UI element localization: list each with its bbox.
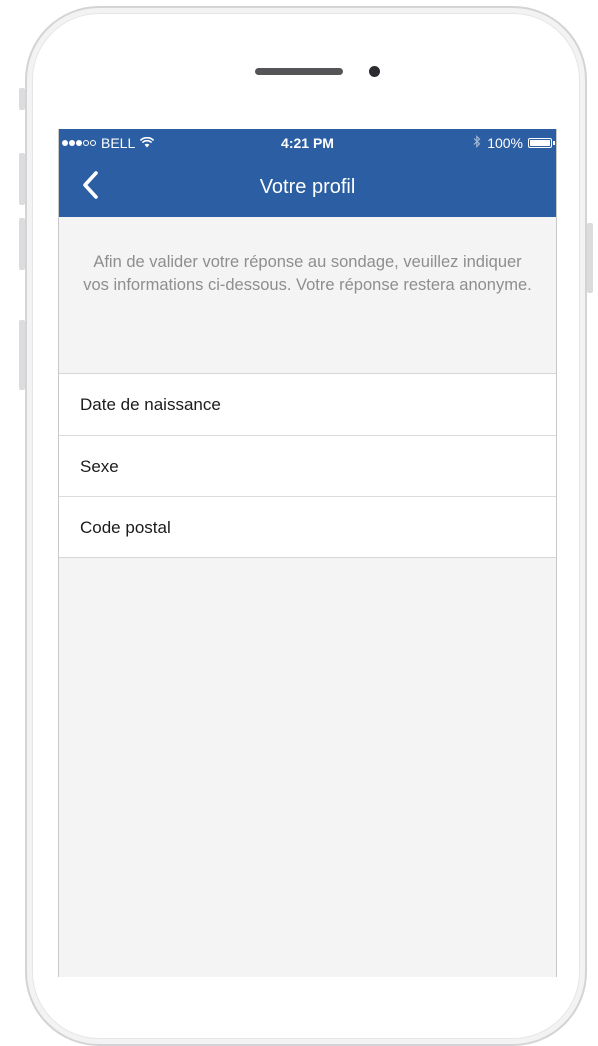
- status-right: 100%: [473, 129, 555, 157]
- sex-field[interactable]: Sexe: [59, 435, 556, 496]
- navigation-bar: Votre profil: [59, 157, 556, 217]
- phone-volume-down-button: [19, 218, 25, 270]
- status-bar: BELL 4:21 PM 100%: [59, 129, 556, 157]
- battery-icon: [528, 138, 555, 148]
- phone-power-button: [587, 223, 593, 293]
- birth-date-field[interactable]: Date de naissance: [59, 374, 556, 435]
- phone-side-button: [19, 320, 25, 390]
- app-header: BELL 4:21 PM 100% Votre profil: [59, 129, 556, 217]
- app-screen: BELL 4:21 PM 100% Votre profil Afin de v…: [58, 129, 557, 977]
- profile-form: Date de naissance Sexe Code postal: [59, 373, 556, 558]
- battery-fill: [530, 140, 550, 146]
- phone-volume-up-button: [19, 153, 25, 205]
- postal-code-field[interactable]: Code postal: [59, 496, 556, 557]
- battery-percent: 100%: [487, 135, 523, 151]
- intro-text: Afin de valider votre réponse au sondage…: [83, 253, 532, 294]
- bluetooth-icon: [473, 129, 481, 157]
- phone-speaker: [255, 68, 343, 75]
- phone-camera: [369, 66, 380, 77]
- page-title: Votre profil: [259, 176, 356, 198]
- phone-mute-switch: [19, 88, 25, 110]
